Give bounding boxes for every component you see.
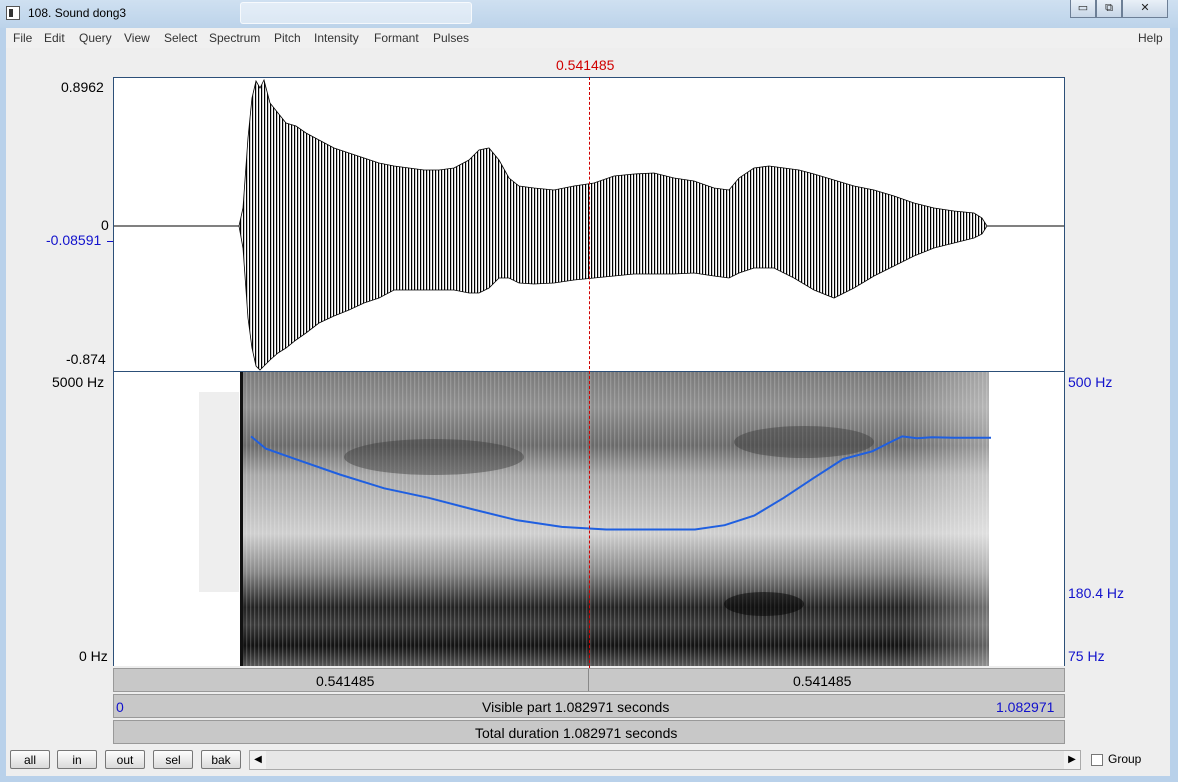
spec-top-freq-label: 5000 Hz [52, 374, 105, 390]
background-window-ghost [240, 2, 472, 24]
menu-edit[interactable]: Edit [44, 31, 65, 45]
wave-zero-label: 0 [101, 217, 109, 233]
formant-band [734, 426, 874, 458]
pre-voicing-noise [199, 392, 239, 592]
segment-divider [588, 669, 589, 691]
visible-part-text: Visible part 1.082971 seconds [482, 699, 670, 715]
cursor-time-label: 0.541485 [556, 57, 615, 73]
window-title: 108. Sound dong3 [28, 6, 127, 20]
segment-bar: 0.541485 0.541485 [113, 668, 1065, 692]
spectrogram-striations [242, 372, 989, 666]
formant-band [344, 439, 524, 475]
menu-spectrum[interactable]: Spectrum [209, 31, 260, 45]
title-bar: 108. Sound dong3 ▭ ⧉ ✕ [0, 0, 1178, 28]
close-button[interactable]: ✕ [1122, 0, 1168, 18]
cursor-line[interactable] [589, 77, 590, 688]
zoom-all-button[interactable]: all [10, 750, 50, 769]
total-duration-bar[interactable]: Total duration 1.082971 seconds [113, 720, 1065, 744]
total-duration-text: Total duration 1.082971 seconds [475, 725, 678, 741]
menu-bar: File Edit Query View Select Spectrum Pit… [6, 28, 1170, 49]
horizontal-scrollbar[interactable]: ◀ ▶ [249, 750, 1081, 770]
wave-ymax-label: 0.8962 [61, 79, 104, 95]
pitch-bottom-label: 75 Hz [1068, 648, 1105, 664]
zoom-out-button[interactable]: out [105, 750, 145, 769]
pitch-top-label: 500 Hz [1068, 374, 1113, 390]
app-icon [6, 6, 20, 20]
right-segment-duration[interactable]: 0.541485 [793, 673, 851, 689]
formant-band [724, 592, 804, 616]
menu-query[interactable]: Query [79, 31, 112, 45]
menu-pitch[interactable]: Pitch [274, 31, 301, 45]
pitch-value-label: 180.4 Hz [1068, 585, 1125, 601]
zoom-back-button[interactable]: bak [201, 750, 241, 769]
scroll-right-icon[interactable]: ▶ [1064, 751, 1080, 769]
maximize-button[interactable]: ⧉ [1096, 0, 1122, 18]
menu-view[interactable]: View [124, 31, 150, 45]
spec-bottom-freq-label: 0 Hz [79, 648, 108, 664]
menu-pulses[interactable]: Pulses [433, 31, 469, 45]
visible-start-time: 0 [116, 699, 124, 715]
visible-end-time: 1.082971 [996, 699, 1055, 715]
menu-intensity[interactable]: Intensity [314, 31, 359, 45]
left-segment-duration[interactable]: 0.541485 [316, 673, 374, 689]
visible-part-bar[interactable]: 0 Visible part 1.082971 seconds 1.082971 [113, 694, 1065, 718]
minimize-button[interactable]: ▭ [1070, 0, 1096, 18]
menu-formant[interactable]: Formant [374, 31, 419, 45]
wave-ymin-label: -0.874 [66, 351, 106, 367]
zoom-selection-button[interactable]: sel [153, 750, 193, 769]
menu-help[interactable]: Help [1138, 31, 1163, 45]
group-checkbox[interactable] [1091, 754, 1103, 766]
wave-value-label: -0.08591 [46, 232, 102, 248]
menu-select[interactable]: Select [164, 31, 197, 45]
zoom-in-button[interactable]: in [57, 750, 97, 769]
menu-file[interactable]: File [13, 31, 32, 45]
scroll-left-icon[interactable]: ◀ [250, 751, 266, 769]
group-label: Group [1108, 752, 1142, 766]
waveform-envelope [238, 78, 988, 371]
onset-edge [240, 372, 243, 666]
